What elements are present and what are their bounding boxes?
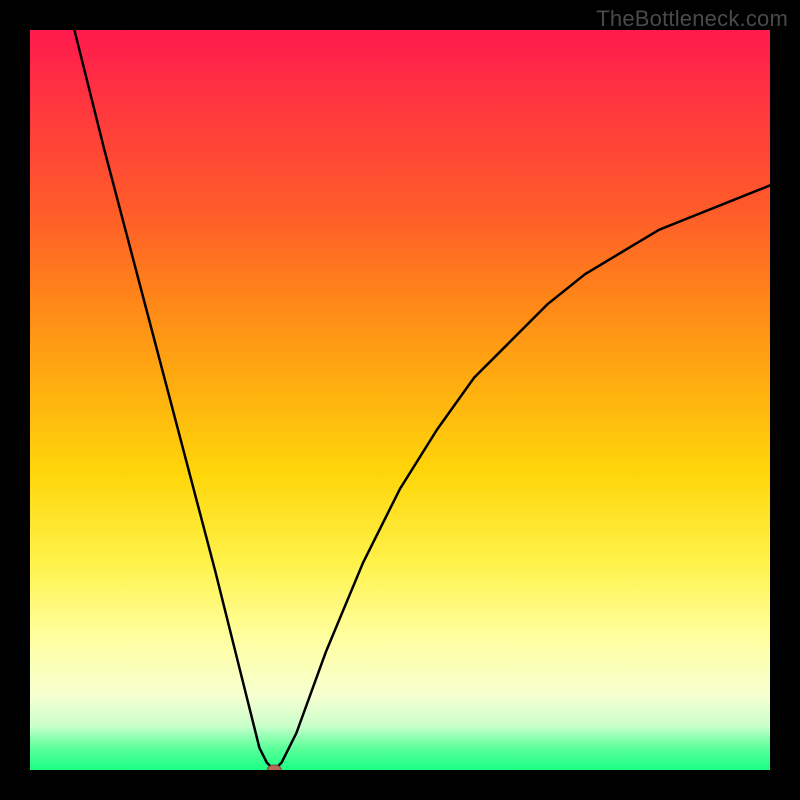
plot-area xyxy=(30,30,770,770)
chart-frame: TheBottleneck.com xyxy=(0,0,800,800)
watermark-text: TheBottleneck.com xyxy=(596,6,788,32)
bottleneck-curve xyxy=(74,30,770,770)
curve-svg xyxy=(30,30,770,770)
